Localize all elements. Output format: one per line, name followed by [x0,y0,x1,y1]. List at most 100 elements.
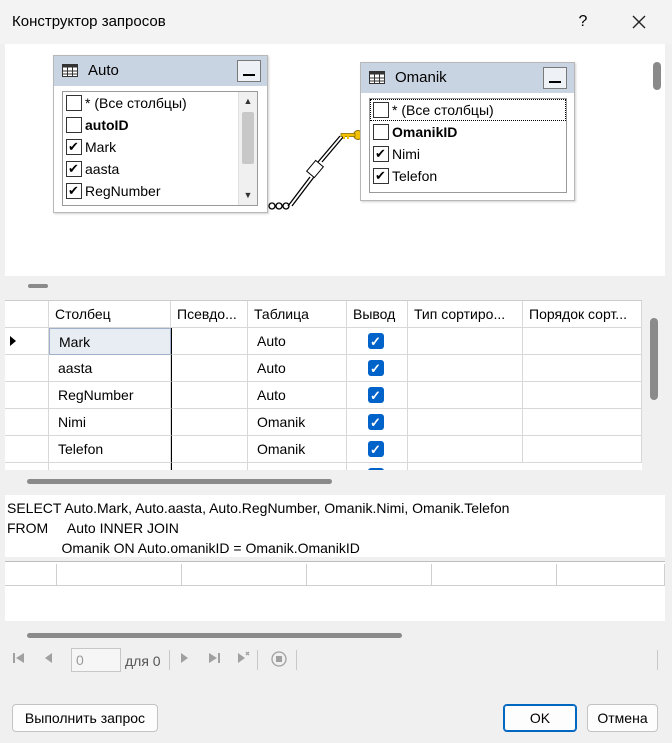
column-checkbox[interactable] [66,95,82,111]
row-header[interactable] [5,463,49,470]
grid-horizontal-scrollbar[interactable] [27,479,332,484]
column-checkbox[interactable] [66,158,82,180]
sql-editor[interactable]: SELECT Auto.Mark, Auto.aasta, Auto.RegNu… [5,495,665,557]
execute-query-button[interactable]: Выполнить запрос [12,704,158,732]
list-item[interactable]: OmanikID [370,121,566,143]
minimize-table-button[interactable] [237,60,261,82]
table-header[interactable]: Omanik [361,63,574,93]
scrollbar[interactable]: ▲ ▼ [238,92,257,205]
column-list[interactable]: * (Все столбцы) OmanikID Nimi Telefon [369,98,567,193]
list-item[interactable]: autoID [63,114,257,136]
grid-cell-output[interactable] [347,409,408,436]
diagram-pane[interactable]: Auto * (Все столбцы) autoID Mark aasta R… [5,44,665,276]
grid-cell-sort-type[interactable] [408,382,523,409]
grid-cell-table[interactable]: Omanik [248,409,347,436]
column-checkbox[interactable] [373,165,389,187]
grid-cell-output[interactable] [347,328,408,355]
grid-cell-column[interactable]: Telefon [49,436,171,463]
grid-cell-column[interactable]: Mark [49,328,171,355]
first-record-icon[interactable] [11,651,27,669]
grid-cell-sort-order[interactable] [523,382,642,409]
list-item[interactable]: Nimi [370,143,566,165]
minimize-table-button[interactable] [543,67,567,89]
output-checkbox[interactable] [368,409,384,435]
criteria-grid[interactable]: Столбец Псевдо... Таблица Вывод Тип сорт… [5,300,642,470]
output-checkbox[interactable] [368,463,384,470]
diagram-scrollbar[interactable] [653,62,661,90]
grid-cell-column[interactable]: Nimi [49,409,171,436]
column-header[interactable]: Таблица [248,301,347,328]
grid-cell-alias[interactable] [171,436,248,463]
column-checkbox[interactable] [66,180,82,202]
row-header[interactable] [5,355,49,382]
grid-cell-alias[interactable] [171,355,248,382]
grid-cell-sort-type[interactable] [408,328,523,355]
grid-cell-output[interactable] [347,463,408,470]
output-checkbox[interactable] [368,382,384,408]
grid-cell-sort-type[interactable] [408,409,523,436]
grid-cell-column[interactable]: RegNumber [49,382,171,409]
help-button[interactable]: ? [570,8,596,36]
column-checkbox[interactable] [66,117,82,133]
column-header[interactable]: Столбец [49,301,171,328]
column-checkbox[interactable] [66,136,82,158]
table-omanik[interactable]: Omanik * (Все столбцы) OmanikID Nimi Tel… [360,62,575,201]
grid-cell-alias[interactable] [171,328,248,355]
list-item[interactable]: Mark [63,136,257,158]
grid-cell-output[interactable] [347,382,408,409]
results-grid[interactable] [5,561,665,621]
output-checkbox[interactable] [368,355,384,381]
column-checkbox[interactable] [373,143,389,165]
column-header[interactable]: Тип сортиро... [408,301,523,328]
grid-cell-column[interactable]: aasta [49,355,171,382]
grid-cell-alias[interactable] [171,463,248,470]
list-item[interactable]: * (Все столбцы) [63,92,257,114]
grid-cell-alias[interactable] [171,382,248,409]
output-checkbox[interactable] [368,328,384,354]
grid-cell-alias[interactable] [171,409,248,436]
grid-cell-column[interactable] [49,463,171,470]
column-list[interactable]: * (Все столбцы) autoID Mark aasta RegNum… [62,91,258,206]
column-header[interactable]: Вывод [347,301,408,328]
ok-button[interactable]: OK [503,704,577,732]
grid-cell-output[interactable] [347,436,408,463]
grid-cell-sort-type[interactable] [408,436,523,463]
row-header[interactable] [5,328,49,355]
close-button[interactable] [624,8,654,36]
column-checkbox[interactable] [373,124,389,140]
table-auto[interactable]: Auto * (Все столбцы) autoID Mark aasta R… [53,55,268,213]
grid-cell-table[interactable]: Omanik [248,436,347,463]
stop-icon[interactable] [270,651,288,669]
row-header[interactable] [5,409,49,436]
previous-record-icon[interactable] [41,651,55,669]
cancel-button[interactable]: Отмена [587,704,658,732]
list-item[interactable]: RegNumber [63,180,257,202]
grid-cell-sort-order[interactable] [523,328,642,355]
row-header[interactable] [5,382,49,409]
grid-cell-table[interactable] [248,463,347,470]
grid-scrollbar[interactable] [650,318,658,400]
record-position-input[interactable] [71,648,121,672]
new-record-icon[interactable] [235,651,251,669]
next-record-icon[interactable] [178,651,192,669]
column-header[interactable]: Порядок сорт... [523,301,642,328]
grid-cell-output[interactable] [347,355,408,382]
list-item[interactable]: Telefon [370,165,566,187]
grid-cell-sort-order[interactable] [523,355,642,382]
output-checkbox[interactable] [368,436,384,462]
scroll-down-icon[interactable]: ▼ [239,186,257,204]
scroll-up-icon[interactable]: ▲ [239,92,257,110]
results-horizontal-scrollbar[interactable] [27,633,402,638]
list-item[interactable]: aasta [63,158,257,180]
grid-cell-table[interactable]: Auto [248,355,347,382]
grid-cell-sort-order[interactable] [523,409,642,436]
grid-cell-sort-order[interactable] [523,436,642,463]
column-header[interactable]: Псевдо... [171,301,248,328]
grid-cell-sort-type[interactable] [408,355,523,382]
column-checkbox[interactable] [373,102,389,118]
last-record-icon[interactable] [206,651,222,669]
list-item[interactable]: * (Все столбцы) [370,99,566,121]
grid-cell-table[interactable]: Auto [248,328,347,355]
table-header[interactable]: Auto [54,56,267,86]
grid-cell-table[interactable]: Auto [248,382,347,409]
